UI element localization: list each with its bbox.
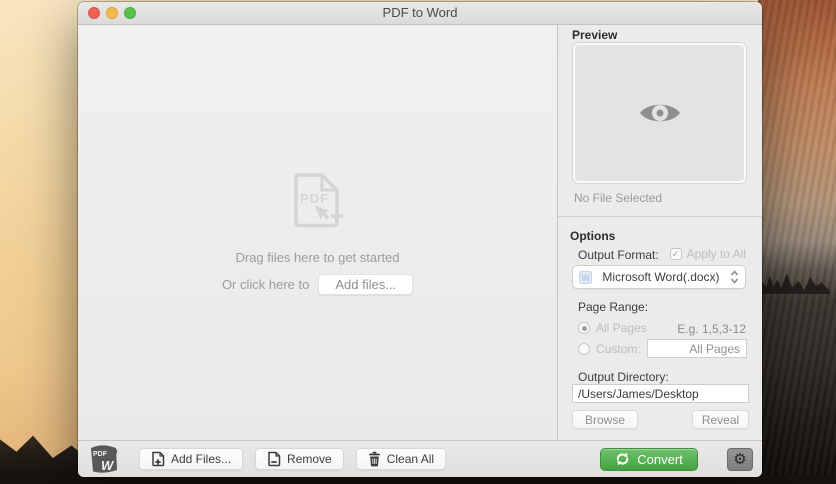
settings-panel: Preview No File Selected Options Output … — [557, 25, 762, 440]
bottom-toolbar: PDF W Add Files... Remove Clean All Conv… — [78, 440, 762, 477]
desktop-background: PDF to Word PDF Drag files here to get s… — [0, 0, 836, 484]
preview-box — [573, 43, 746, 183]
eye-icon — [639, 104, 680, 122]
add-files-button[interactable]: Add Files... — [139, 448, 244, 470]
output-format-label: Output Format: — [578, 248, 659, 262]
radio-selected-icon — [578, 322, 590, 334]
apply-to-all-checkbox[interactable]: ✓ Apply to All — [669, 247, 746, 261]
options-section-title: Options — [570, 229, 616, 243]
zoom-window-button[interactable] — [124, 7, 136, 19]
apply-to-all-label: Apply to All — [686, 247, 746, 261]
custom-pages-radio[interactable]: Custom: — [578, 342, 641, 356]
output-format-select[interactable]: W Microsoft Word(.docx) — [572, 265, 746, 289]
window-title: PDF to Word — [382, 5, 458, 20]
checkbox-check-icon: ✓ — [669, 248, 682, 260]
minimize-window-button[interactable] — [106, 7, 118, 19]
click-hint-text: Or click here to — [221, 277, 310, 292]
convert-refresh-icon — [616, 452, 629, 466]
svg-text:W: W — [581, 273, 590, 283]
word-file-icon: W — [579, 270, 592, 284]
app-window: PDF to Word PDF Drag files here to get s… — [78, 2, 762, 477]
add-files-inline-button[interactable]: Add files... — [318, 274, 414, 295]
all-pages-label: All Pages — [596, 321, 647, 335]
drop-zone[interactable]: PDF Drag files here to get started Or cl… — [78, 25, 557, 440]
document-plus-icon — [152, 451, 165, 467]
settings-gear-button[interactable]: ⚙ — [727, 447, 753, 471]
clean-all-label: Clean All — [386, 452, 435, 466]
app-logo-icon: PDF W — [91, 445, 118, 473]
document-minus-icon — [268, 451, 281, 467]
reveal-button[interactable]: Reveal — [692, 410, 749, 429]
close-window-button[interactable] — [88, 7, 100, 19]
preview-section-title: Preview — [572, 28, 618, 42]
drag-hint-text: Drag files here to get started — [235, 250, 400, 265]
convert-label: Convert — [637, 451, 683, 467]
convert-button[interactable]: Convert — [600, 447, 698, 471]
page-range-hint: E.g. 1,5,3-12 — [677, 322, 746, 336]
gear-icon: ⚙ — [733, 450, 747, 468]
add-files-label: Add Files... — [171, 452, 232, 466]
pdf-icon-label: PDF — [300, 191, 329, 206]
app-logo-text-bottom: W — [101, 458, 115, 473]
output-format-value: Microsoft Word(.docx) — [602, 270, 720, 284]
output-directory-label: Output Directory: — [578, 370, 669, 384]
browse-button[interactable]: Browse — [572, 410, 638, 429]
no-file-status: No File Selected — [574, 191, 663, 205]
remove-button[interactable]: Remove — [255, 448, 344, 470]
trash-icon — [368, 451, 380, 467]
wallpaper-cliff — [758, 0, 836, 484]
titlebar: PDF to Word — [78, 2, 762, 25]
output-directory-field[interactable]: /Users/James/Desktop — [572, 384, 749, 403]
clean-all-button[interactable]: Clean All — [355, 448, 447, 470]
app-logo-text-top: PDF — [93, 451, 108, 458]
pdf-document-icon: PDF — [293, 173, 343, 228]
stepper-icon — [730, 270, 739, 284]
remove-label: Remove — [287, 452, 332, 466]
custom-range-field[interactable]: All Pages — [647, 339, 747, 358]
all-pages-radio[interactable]: All Pages — [578, 321, 647, 335]
page-range-label: Page Range: — [578, 300, 649, 314]
custom-label: Custom: — [596, 342, 641, 356]
panel-divider — [558, 216, 762, 217]
plus-icon — [330, 210, 343, 222]
radio-unselected-icon — [578, 343, 590, 355]
cursor-arrow-icon — [314, 206, 329, 220]
